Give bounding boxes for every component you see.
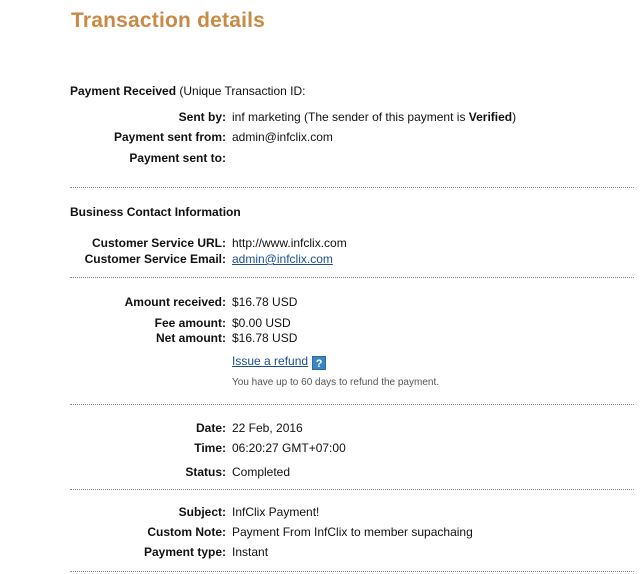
issue-refund-link[interactable]: Issue a refund bbox=[232, 354, 308, 368]
sent-by-row: Sent by: inf marketing (The sender of th… bbox=[0, 109, 640, 125]
divider bbox=[70, 187, 634, 188]
custom-note-label: Custom Note: bbox=[147, 525, 226, 539]
status-label: Status: bbox=[185, 465, 226, 479]
business-contact-heading: Business Contact Information bbox=[70, 205, 241, 219]
page-title: Transaction details bbox=[71, 9, 266, 32]
refund-note: You have up to 60 days to refund the pay… bbox=[232, 377, 440, 388]
service-url-label: Customer Service URL: bbox=[91, 236, 226, 250]
refund-row: Issue a refund? bbox=[0, 353, 640, 370]
divider bbox=[70, 489, 634, 490]
help-icon[interactable]: ? bbox=[312, 356, 327, 370]
sent-to-row: Payment sent to: bbox=[0, 150, 640, 166]
payment-type-label: Payment type: bbox=[143, 545, 226, 559]
date-value: 22 Feb, 2016 bbox=[232, 421, 303, 435]
custom-note-row: Custom Note: Payment From InfClix to mem… bbox=[0, 524, 640, 540]
amount-received-value: $16.78 USD bbox=[232, 295, 298, 309]
net-amount-row: Net amount: $16.78 USD bbox=[0, 330, 640, 346]
transaction-id-label: (Unique Transaction ID: bbox=[176, 84, 306, 98]
divider bbox=[70, 277, 634, 278]
payment-type-row: Payment type: Instant bbox=[0, 544, 640, 560]
service-email-row: Customer Service Email: admin@infclix.co… bbox=[0, 251, 640, 267]
sent-to-label: Payment sent to: bbox=[129, 151, 226, 165]
fee-amount-label: Fee amount: bbox=[154, 316, 226, 330]
fee-amount-row: Fee amount: $0.00 USD bbox=[0, 315, 640, 331]
divider bbox=[70, 571, 634, 572]
custom-note-value: Payment From InfClix to member supachain… bbox=[232, 525, 473, 539]
subject-row: Subject: InfClix Payment! bbox=[0, 504, 640, 520]
sent-by-value: inf marketing (The sender of this paymen… bbox=[232, 109, 516, 125]
time-value: 06:20:27 GMT+07:00 bbox=[232, 441, 346, 455]
amount-received-label: Amount received: bbox=[124, 295, 226, 309]
net-amount-value: $16.78 USD bbox=[232, 331, 298, 345]
divider bbox=[70, 404, 634, 405]
service-email-label: Customer Service Email: bbox=[84, 252, 226, 266]
sent-from-row: Payment sent from: admin@infclix.com bbox=[0, 129, 640, 145]
sent-from-value: admin@infclix.com bbox=[232, 130, 333, 144]
subject-label: Subject: bbox=[178, 505, 226, 519]
time-row: Time: 06:20:27 GMT+07:00 bbox=[0, 440, 640, 456]
payment-type-value: Instant bbox=[232, 545, 269, 559]
refund-container: Issue a refund? bbox=[232, 353, 327, 370]
service-url-row: Customer Service URL: http://www.infclix… bbox=[0, 235, 640, 251]
verified-badge: Verified bbox=[468, 110, 513, 124]
payment-received-heading: Payment Received (Unique Transaction ID: bbox=[70, 84, 305, 98]
status-row: Status: Completed bbox=[0, 464, 640, 480]
sent-by-label: Sent by: bbox=[178, 110, 226, 124]
subject-value: InfClix Payment! bbox=[232, 505, 320, 519]
service-url-value: http://www.infclix.com bbox=[232, 236, 347, 250]
status-value: Completed bbox=[232, 465, 291, 479]
sent-from-label: Payment sent from: bbox=[113, 130, 226, 144]
net-amount-label: Net amount: bbox=[156, 331, 226, 345]
date-label: Date: bbox=[195, 421, 226, 435]
amount-received-row: Amount received: $16.78 USD bbox=[0, 294, 640, 310]
time-label: Time: bbox=[194, 441, 226, 455]
payment-received-label: Payment Received bbox=[70, 84, 177, 98]
service-email-link[interactable]: admin@infclix.com bbox=[232, 251, 333, 267]
fee-amount-value: $0.00 USD bbox=[232, 316, 291, 330]
date-row: Date: 22 Feb, 2016 bbox=[0, 420, 640, 436]
sent-by-close: ) bbox=[512, 110, 517, 124]
sent-by-name: inf marketing (The sender of this paymen… bbox=[232, 110, 469, 124]
